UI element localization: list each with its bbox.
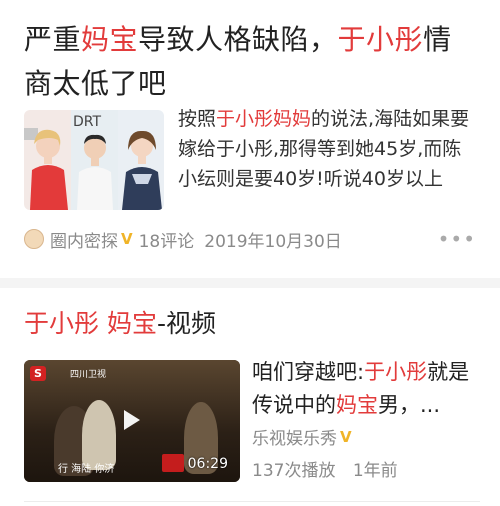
title-text: 导致人格缺陷， — [138, 23, 338, 56]
snippet-text: 按照 — [178, 108, 217, 130]
video-result-title[interactable]: 于小彤 妈宝-视频 — [24, 306, 216, 342]
article-title[interactable]: 严重妈宝导致人格缺陷，于小彤情商太低了吧 — [24, 18, 480, 106]
section-divider — [0, 278, 500, 288]
title-highlight: 妈宝 — [106, 309, 157, 338]
more-dots-icon[interactable]: ••• — [438, 226, 476, 252]
thumbnail-panel — [24, 110, 71, 210]
title-highlight: 妈宝 — [81, 23, 139, 56]
title-highlight: 于小彤 — [24, 309, 100, 338]
publish-date: 2019年10月30日 — [204, 231, 342, 252]
article-snippet: 按照于小彤妈妈的说法,海陆如果要嫁给于小彤,那得等到她45岁,而陈小纭则是要40… — [178, 104, 478, 194]
time-ago: 1年前 — [352, 461, 398, 481]
title-highlight: 于小彤 — [337, 23, 424, 56]
person-photo-2: DRT — [73, 114, 113, 210]
person-photo-3 — [122, 130, 162, 210]
snippet-highlight: 于小彤 — [364, 360, 428, 384]
verified-icon: V — [340, 427, 352, 446]
title-text: -视频 — [156, 309, 217, 338]
video-subtitle: 行 海陆 你济 — [58, 464, 115, 475]
comment-count[interactable]: 18评论 — [139, 227, 195, 252]
person-photo-1 — [24, 128, 68, 210]
video-thumbnail[interactable]: S 四川卫视 行 海陆 你济 06:29 — [24, 360, 240, 482]
play-icon[interactable] — [124, 410, 140, 430]
svg-text:DRT: DRT — [73, 114, 101, 130]
channel-name: 四川卫视 — [70, 370, 107, 380]
thumbnail-panel — [118, 110, 164, 210]
thumbnail-panel: DRT — [71, 110, 118, 210]
video-source[interactable]: 乐视娱乐秀 V — [252, 424, 358, 450]
video-meta: 137次播放 1年前 — [252, 456, 398, 481]
snippet-text: 咱们穿越吧: — [252, 360, 365, 384]
snippet-text: 男，... — [378, 393, 441, 417]
play-count: 137次播放 — [252, 461, 336, 481]
article-meta: 圈内密探 V 18评论 2019年10月30日 ••• — [24, 226, 480, 252]
snippet-highlight: 妈宝 — [336, 393, 378, 417]
article-thumbnail[interactable]: DRT — [24, 110, 164, 210]
video-duration: 06:29 — [187, 456, 228, 472]
snippet-highlight: 于小彤妈妈 — [216, 108, 312, 130]
title-text — [99, 309, 107, 338]
source-avatar[interactable] — [24, 229, 44, 249]
verified-icon: V — [121, 230, 133, 248]
video-snippet[interactable]: 咱们穿越吧:于小彤就是传说中的妈宝男，... — [252, 356, 482, 422]
channel-logo: S — [30, 366, 46, 381]
source-name[interactable]: 乐视娱乐秀 — [252, 424, 337, 449]
title-text: 严重 — [24, 23, 82, 56]
bottom-divider — [24, 501, 480, 502]
source-name[interactable]: 圈内密探 — [50, 227, 118, 252]
broadcast-badge — [162, 454, 184, 472]
article-result-card[interactable]: 严重妈宝导致人格缺陷，于小彤情商太低了吧 DRT 按照于小彤妈妈的说法,海陆如果… — [0, 0, 500, 280]
